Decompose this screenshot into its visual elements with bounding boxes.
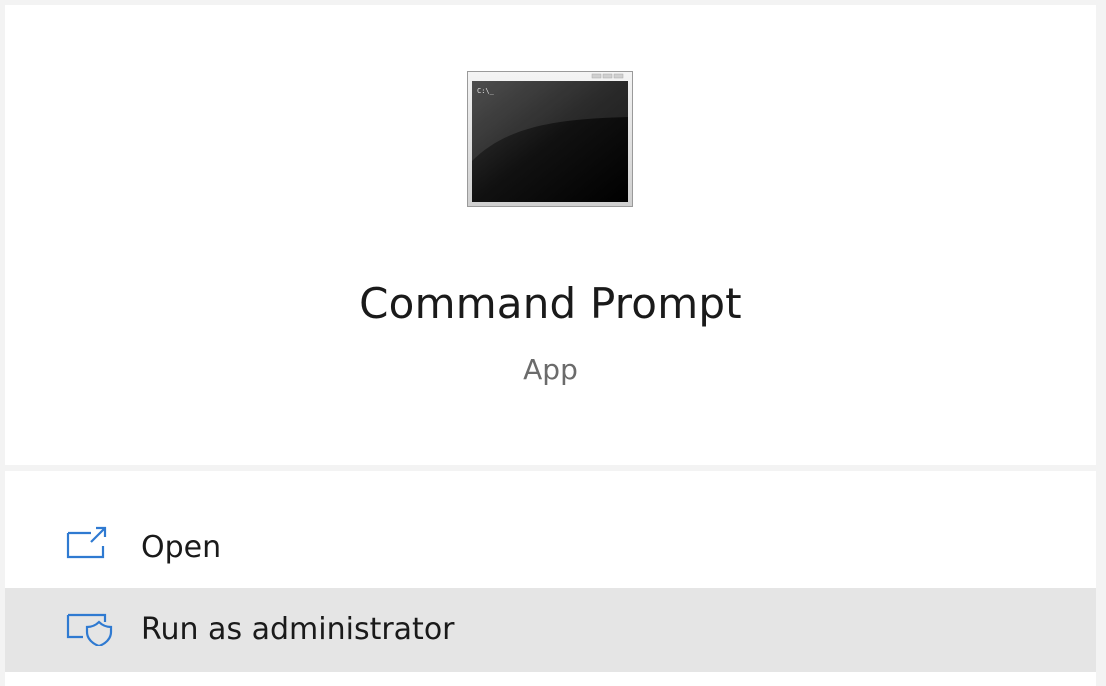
search-result-flyout: C:\_ Command Prompt App Open Run as admi…: [0, 0, 1106, 686]
app-type-label: App: [523, 353, 578, 386]
open-window-icon: [66, 526, 107, 559]
shield-window-icon: [66, 613, 113, 646]
open-button[interactable]: Open: [5, 506, 1096, 590]
prompt-text: C:\_: [477, 87, 495, 95]
app-title: Command Prompt: [359, 279, 742, 328]
open-label: Open: [141, 530, 222, 565]
command-prompt-app-icon: C:\_: [467, 71, 633, 207]
run-as-administrator-label: Run as administrator: [141, 612, 455, 647]
action-list: Open Run as administrator: [5, 471, 1096, 686]
run-as-administrator-button[interactable]: Run as administrator: [5, 588, 1096, 672]
app-preview-panel: C:\_ Command Prompt App: [5, 5, 1096, 465]
